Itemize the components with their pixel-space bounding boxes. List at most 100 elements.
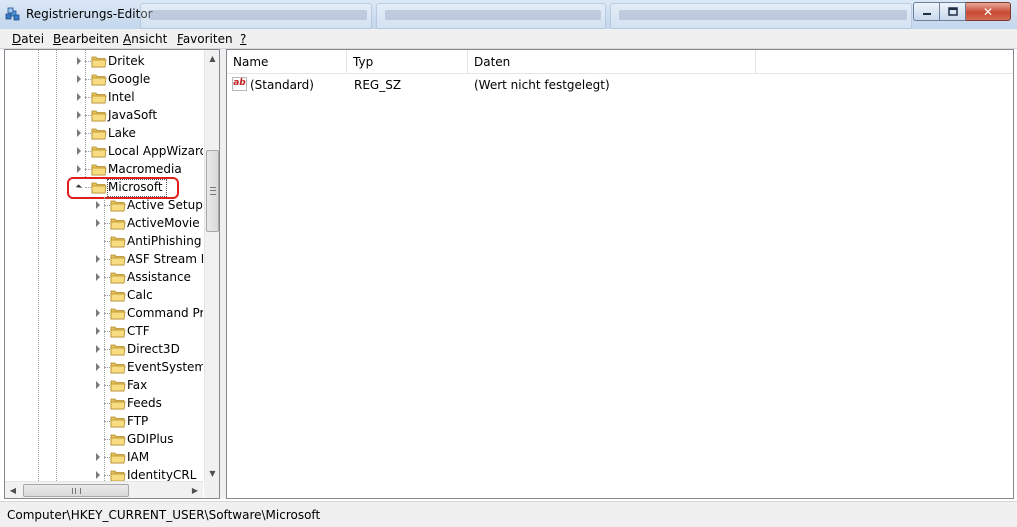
tree-item[interactable]: Intel bbox=[5, 88, 203, 106]
menu-help[interactable]: ? bbox=[240, 32, 246, 46]
column-header-data[interactable]: Daten bbox=[468, 50, 756, 73]
tree-item[interactable]: Direct3D bbox=[5, 340, 203, 358]
values-list-pane[interactable]: Name Typ Daten ab (Standard) REG_SZ (Wer… bbox=[226, 49, 1014, 499]
scroll-down-button[interactable]: ▼ bbox=[205, 465, 219, 481]
expand-arrow-icon[interactable] bbox=[77, 111, 81, 119]
scroll-right-icon: ▶ bbox=[191, 486, 199, 495]
expand-arrow-icon[interactable] bbox=[77, 57, 81, 65]
folder-icon bbox=[110, 452, 126, 464]
list-item[interactable]: ab (Standard) REG_SZ (Wert nicht festgel… bbox=[227, 75, 1013, 95]
tree-item[interactable]: Microsoft bbox=[5, 178, 203, 196]
expand-arrow-icon[interactable] bbox=[96, 327, 100, 335]
expand-arrow-icon[interactable] bbox=[96, 381, 100, 389]
column-header-name[interactable]: Name bbox=[227, 50, 347, 73]
menu-accel: A bbox=[123, 32, 132, 46]
tree-item[interactable]: Active Setup bbox=[5, 196, 203, 214]
menu-bearbeiten[interactable]: Bearbeiten bbox=[53, 32, 119, 46]
tree-item-label: Calc bbox=[127, 288, 153, 302]
minimize-icon bbox=[922, 12, 931, 15]
scroll-up-button[interactable]: ▲ bbox=[205, 50, 219, 66]
horizontal-scroll-thumb[interactable] bbox=[23, 484, 129, 497]
tree-item[interactable]: GDIPlus bbox=[5, 430, 203, 448]
menu-favoriten[interactable]: Favoriten bbox=[177, 32, 233, 46]
tree-horizontal-scrollbar[interactable]: ◀ ▶ bbox=[5, 481, 203, 498]
title-bar[interactable]: Registrierungs-Editor ✕ bbox=[0, 0, 1017, 30]
tree-item-label: Local AppWizard- bbox=[108, 144, 203, 158]
folder-icon bbox=[110, 326, 126, 338]
maximize-icon bbox=[947, 7, 958, 16]
folder-icon bbox=[110, 470, 126, 481]
folder-icon bbox=[110, 398, 126, 410]
tree-item-label: Command Pro bbox=[127, 306, 203, 320]
tree-item[interactable]: IdentityCRL bbox=[5, 466, 203, 481]
menu-datei[interactable]: Datei bbox=[12, 32, 44, 46]
key-tree-pane[interactable]: Dritek Google Intel JavaSoft Lake Local AppWi… bbox=[4, 49, 220, 499]
expand-arrow-icon[interactable] bbox=[96, 273, 100, 281]
column-header-type[interactable]: Typ bbox=[347, 50, 468, 73]
tree-item-label: Dritek bbox=[108, 54, 145, 68]
tree-item[interactable]: IAM bbox=[5, 448, 203, 466]
tree-item[interactable]: ASF Stream De bbox=[5, 250, 203, 268]
menu-label-rest: nsicht bbox=[131, 32, 168, 46]
tree-item[interactable]: Feeds bbox=[5, 394, 203, 412]
tree-item[interactable]: Dritek bbox=[5, 52, 203, 70]
tree-item-label: Lake bbox=[108, 126, 136, 140]
maximize-button[interactable] bbox=[940, 2, 966, 21]
background-tab bbox=[376, 3, 606, 29]
string-value-icon: ab bbox=[232, 77, 247, 91]
value-name: (Standard) bbox=[250, 78, 314, 92]
tree-item[interactable]: Macromedia bbox=[5, 160, 203, 178]
expand-arrow-icon[interactable] bbox=[96, 453, 100, 461]
folder-icon bbox=[91, 128, 107, 140]
expand-arrow-icon[interactable] bbox=[77, 93, 81, 101]
folder-icon bbox=[110, 290, 126, 302]
tree-item[interactable]: Google bbox=[5, 70, 203, 88]
expand-arrow-icon[interactable] bbox=[96, 309, 100, 317]
folder-icon bbox=[91, 92, 107, 104]
expand-arrow-icon[interactable] bbox=[96, 201, 100, 209]
tree-item-label: ASF Stream De bbox=[127, 252, 203, 266]
vertical-scroll-thumb[interactable] bbox=[206, 150, 219, 232]
expand-arrow-icon[interactable] bbox=[96, 219, 100, 227]
tree-item[interactable]: Lake bbox=[5, 124, 203, 142]
folder-icon bbox=[110, 434, 126, 446]
expand-arrow-icon[interactable] bbox=[77, 165, 81, 173]
tree-item[interactable]: ActiveMovie bbox=[5, 214, 203, 232]
key-tree[interactable]: Dritek Google Intel JavaSoft Lake Local AppWi… bbox=[5, 50, 203, 481]
tree-item[interactable]: Assistance bbox=[5, 268, 203, 286]
tree-item[interactable]: JavaSoft bbox=[5, 106, 203, 124]
tree-item-label: Feeds bbox=[127, 396, 162, 410]
tree-vertical-scrollbar[interactable]: ▲ ▼ bbox=[204, 50, 219, 481]
scroll-left-button[interactable]: ◀ bbox=[5, 482, 21, 498]
expand-arrow-icon[interactable] bbox=[96, 363, 100, 371]
scrollbar-corner bbox=[204, 481, 219, 498]
tree-item[interactable]: EventSystem bbox=[5, 358, 203, 376]
tree-item[interactable]: Calc bbox=[5, 286, 203, 304]
tree-item[interactable]: Fax bbox=[5, 376, 203, 394]
status-bar: Computer\HKEY_CURRENT_USER\Software\Micr… bbox=[0, 501, 1017, 527]
tree-item[interactable]: Command Pro bbox=[5, 304, 203, 322]
tree-item[interactable]: FTP bbox=[5, 412, 203, 430]
folder-icon bbox=[91, 164, 107, 176]
folder-icon bbox=[110, 218, 126, 230]
expand-arrow-icon[interactable] bbox=[77, 75, 81, 83]
expand-arrow-icon[interactable] bbox=[96, 471, 100, 479]
tree-item[interactable]: AntiPhishing bbox=[5, 232, 203, 250]
minimize-button[interactable] bbox=[913, 2, 940, 21]
menu-ansicht[interactable]: Ansicht bbox=[123, 32, 167, 46]
expand-arrow-icon[interactable] bbox=[96, 345, 100, 353]
registry-editor-window: Registrierungs-Editor ✕ Datei Bearbeiten… bbox=[0, 0, 1017, 527]
collapse-arrow-icon[interactable] bbox=[75, 184, 83, 191]
tree-item[interactable]: Local AppWizard- bbox=[5, 142, 203, 160]
tree-item-label: Macromedia bbox=[108, 162, 182, 176]
expand-arrow-icon[interactable] bbox=[77, 147, 81, 155]
folder-icon bbox=[91, 74, 107, 86]
folder-icon bbox=[110, 308, 126, 320]
tree-item[interactable]: CTF bbox=[5, 322, 203, 340]
expand-arrow-icon[interactable] bbox=[96, 255, 100, 263]
expand-arrow-icon[interactable] bbox=[77, 129, 81, 137]
value-type: REG_SZ bbox=[354, 78, 402, 92]
tree-item-label: Assistance bbox=[127, 270, 191, 284]
close-button[interactable]: ✕ bbox=[966, 2, 1011, 21]
scroll-right-button[interactable]: ▶ bbox=[187, 482, 203, 498]
